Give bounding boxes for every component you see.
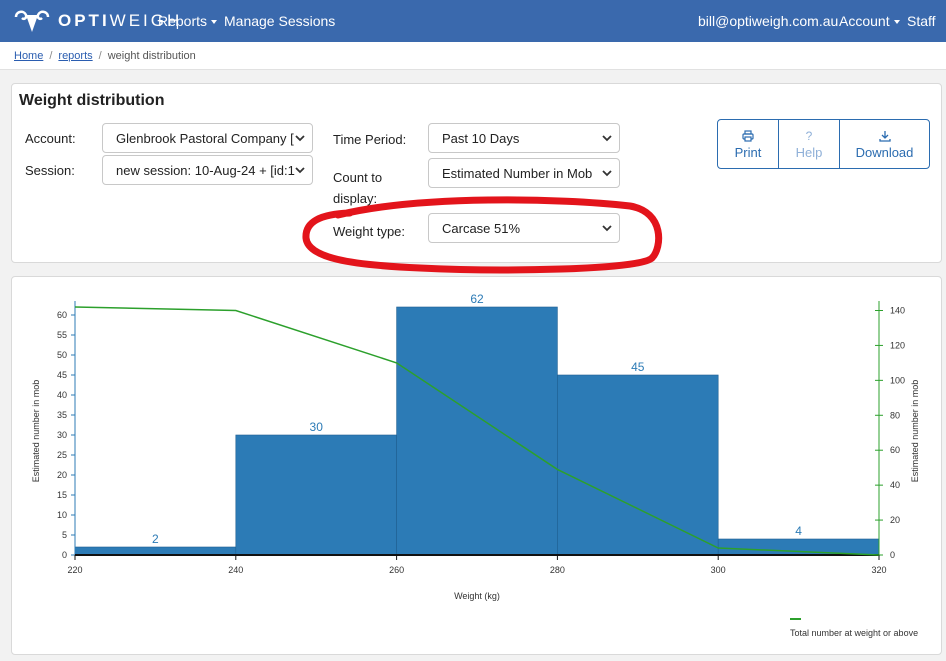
right-tick-label: 40	[890, 480, 900, 490]
weight-type-select[interactable]: Carcase 51%	[428, 213, 620, 243]
chevron-down-icon	[602, 170, 612, 177]
nav-staff[interactable]: Staff	[907, 0, 936, 42]
weight-type-select-value: Carcase 51%	[442, 221, 521, 236]
bar-value-label: 4	[795, 524, 802, 538]
bar-value-label: 30	[310, 420, 324, 434]
x-tick-label: 220	[67, 565, 82, 575]
question-mark-icon: ?	[805, 128, 813, 143]
nav-account-dropdown[interactable]: Account	[839, 0, 900, 42]
count-display-select[interactable]: Estimated Number in Mob	[428, 158, 620, 188]
left-tick-label: 5	[62, 530, 67, 540]
bar-280-300	[557, 374, 719, 556]
left-tick-label: 15	[57, 490, 67, 500]
left-tick-label: 25	[57, 450, 67, 460]
left-tick-label: 0	[62, 550, 67, 560]
bar-value-label: 45	[631, 360, 645, 374]
weight-distribution-chart: 2306245405101520253035404550556002040608…	[31, 292, 920, 638]
download-icon	[878, 130, 891, 142]
page-title: Weight distribution	[19, 92, 165, 109]
nav-manage-sessions[interactable]: Manage Sessions	[224, 0, 335, 42]
chevron-down-icon	[602, 225, 612, 232]
right-tick-label: 60	[890, 445, 900, 455]
nav-reports-label: Reports	[158, 13, 208, 29]
download-button-label: Download	[855, 144, 914, 160]
chevron-down-icon	[295, 135, 305, 142]
bar-300-320	[717, 538, 880, 556]
right-tick-label: 140	[890, 305, 905, 315]
left-tick-label: 10	[57, 510, 67, 520]
left-tick-label: 60	[57, 310, 67, 320]
print-button-label: Print	[734, 144, 762, 160]
breadcrumb-reports-link[interactable]: reports	[58, 50, 92, 62]
left-tick-label: 40	[57, 390, 67, 400]
left-tick-label: 20	[57, 470, 67, 480]
left-tick-label: 35	[57, 410, 67, 420]
brand-logo[interactable]: OPTIWEIGH	[12, 6, 182, 36]
time-period-label: Time Period:	[333, 132, 407, 147]
ram-logo-icon	[14, 10, 50, 32]
top-navbar: OPTIWEIGH Reports Manage Sessions bill@o…	[0, 0, 946, 42]
left-tick-label: 55	[57, 330, 67, 340]
x-axis-title: Weight (kg)	[454, 591, 500, 601]
weight-type-label: Weight type:	[333, 224, 406, 239]
session-label: Session:	[25, 163, 75, 178]
account-select-value: Glenbrook Pastoral Company [	[116, 131, 294, 146]
right-tick-label: 0	[890, 550, 895, 560]
x-tick-label: 240	[228, 565, 243, 575]
legend-label: Total number at weight or above	[790, 628, 918, 638]
breadcrumb-home-link[interactable]: Home	[14, 50, 43, 62]
session-select[interactable]: new session: 10-Aug-24 + [id:1	[102, 155, 313, 185]
breadcrumb-separator: /	[49, 50, 53, 62]
breadcrumb-separator: /	[98, 50, 102, 62]
account-label: Account:	[25, 131, 76, 146]
bar-value-label: 62	[470, 292, 484, 306]
breadcrumb: Home / reports / weight distribution	[0, 42, 946, 70]
left-y-axis-title: Estimated number in mob	[31, 380, 41, 483]
x-tick-label: 280	[550, 565, 565, 575]
right-tick-label: 20	[890, 515, 900, 525]
caret-down-icon	[211, 20, 218, 25]
bar-value-label: 2	[152, 532, 159, 546]
account-select[interactable]: Glenbrook Pastoral Company [	[102, 123, 313, 153]
x-tick-label: 320	[871, 565, 886, 575]
help-button[interactable]: ? Help	[779, 120, 840, 168]
help-button-label: Help	[795, 144, 823, 160]
caret-down-icon	[893, 20, 900, 25]
session-select-value: new session: 10-Aug-24 + [id:1	[116, 163, 295, 178]
count-display-label: Count to display:	[333, 170, 383, 206]
x-tick-label: 300	[711, 565, 726, 575]
right-tick-label: 80	[890, 410, 900, 420]
print-button[interactable]: Print	[718, 120, 779, 168]
chevron-down-icon	[295, 167, 305, 174]
right-tick-label: 120	[890, 340, 905, 350]
left-tick-label: 45	[57, 370, 67, 380]
x-tick-label: 260	[389, 565, 404, 575]
bar-260-280	[396, 306, 558, 556]
nav-account-label: Account	[839, 13, 890, 29]
right-y-axis-title: Estimated number in mob	[910, 380, 920, 483]
breadcrumb-current: weight distribution	[107, 50, 196, 62]
chart-card: 2 30 62 45 4 0 5 10 15 20 25 30 35 40 45 50 55 60 0 20 40 60 8…	[11, 276, 942, 655]
time-period-select[interactable]: Past 10 Days	[428, 123, 620, 153]
brand-text-bold: OPTI	[58, 11, 110, 30]
nav-reports-dropdown[interactable]: Reports	[158, 0, 218, 42]
left-tick-label: 30	[57, 430, 67, 440]
bar-220-240	[74, 546, 237, 556]
printer-icon	[742, 129, 754, 142]
action-button-group: Print ? Help Download	[717, 119, 930, 169]
left-tick-label: 50	[57, 350, 67, 360]
filter-card: Weight distribution Account: Glenbrook P…	[11, 83, 942, 263]
count-display-select-value: Estimated Number in Mob	[442, 166, 593, 181]
chevron-down-icon	[602, 135, 612, 142]
time-period-select-value: Past 10 Days	[442, 131, 520, 146]
right-tick-label: 100	[890, 375, 905, 385]
nav-user-email[interactable]: bill@optiweigh.com.au	[698, 0, 838, 42]
download-button[interactable]: Download	[840, 120, 929, 168]
bar-240-260	[235, 434, 397, 556]
